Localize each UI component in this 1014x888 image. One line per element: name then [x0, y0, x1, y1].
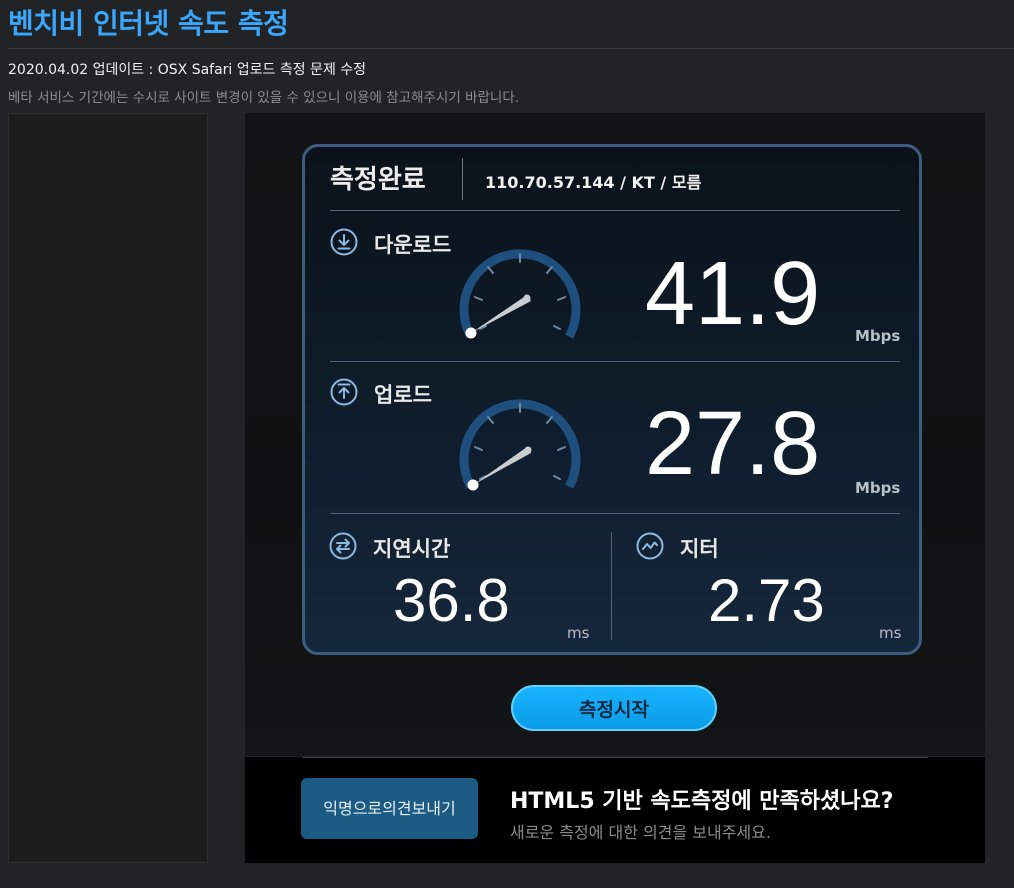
page: 벤치비 인터넷 속도 측정 2020.04.02 업데이트 : OSX Safa…	[0, 0, 1014, 888]
feedback-subtitle: 새로운 측정에 대한 의견을 보내주세요.	[510, 823, 771, 842]
download-label: 다운로드	[374, 233, 452, 257]
bottom-divider	[611, 532, 612, 640]
beta-notice: 베타 서비스 기간에는 수시로 사이트 변경이 있을 수 있으니 이용에 참고해…	[8, 90, 520, 106]
upload-unit: Mbps	[855, 479, 901, 497]
header-divider	[462, 158, 463, 200]
download-value: 41.9	[645, 244, 821, 344]
feedback-divider	[302, 757, 928, 758]
wave-icon	[636, 532, 664, 560]
title-divider	[8, 48, 1014, 49]
speed-test-panel: 측정완료 110.70.57.144 / KT / 모름 다운로드 41.9 M…	[245, 113, 985, 756]
download-rule	[330, 361, 900, 362]
start-test-button[interactable]: 측정시작	[511, 685, 717, 731]
upload-rule	[330, 513, 900, 514]
upload-value: 27.8	[645, 394, 821, 494]
header-rule	[330, 210, 900, 211]
download-unit: Mbps	[855, 327, 901, 345]
feedback-title: HTML5 기반 속도측정에 만족하셨나요?	[510, 789, 894, 814]
page-title: 벤치비 인터넷 속도 측정	[8, 7, 289, 40]
swap-arrows-icon	[329, 532, 357, 560]
feedback-section: 익명으로의견보내기 HTML5 기반 속도측정에 만족하셨나요? 새로운 측정에…	[245, 757, 985, 863]
result-card: 측정완료 110.70.57.144 / KT / 모름 다운로드 41.9 M…	[302, 144, 922, 655]
upload-circle-icon	[330, 378, 358, 406]
jitter-label: 지터	[680, 537, 719, 561]
jitter-value: 2.73	[708, 567, 825, 634]
download-circle-icon	[330, 228, 358, 256]
latency-label: 지연시간	[373, 537, 451, 561]
upload-gauge	[459, 399, 581, 491]
status-label: 측정완료	[330, 165, 426, 195]
connection-info: 110.70.57.144 / KT / 모름	[485, 173, 702, 192]
jitter-unit: ms	[879, 624, 902, 642]
update-notice: 2020.04.02 업데이트 : OSX Safari 업로드 측정 문제 수…	[8, 62, 367, 78]
latency-value: 36.8	[393, 567, 510, 634]
upload-label: 업로드	[374, 383, 432, 407]
anonymous-feedback-button[interactable]: 익명으로의견보내기	[301, 778, 478, 839]
download-gauge	[459, 249, 581, 339]
latency-unit: ms	[567, 624, 590, 642]
side-ad-panel	[8, 113, 208, 863]
